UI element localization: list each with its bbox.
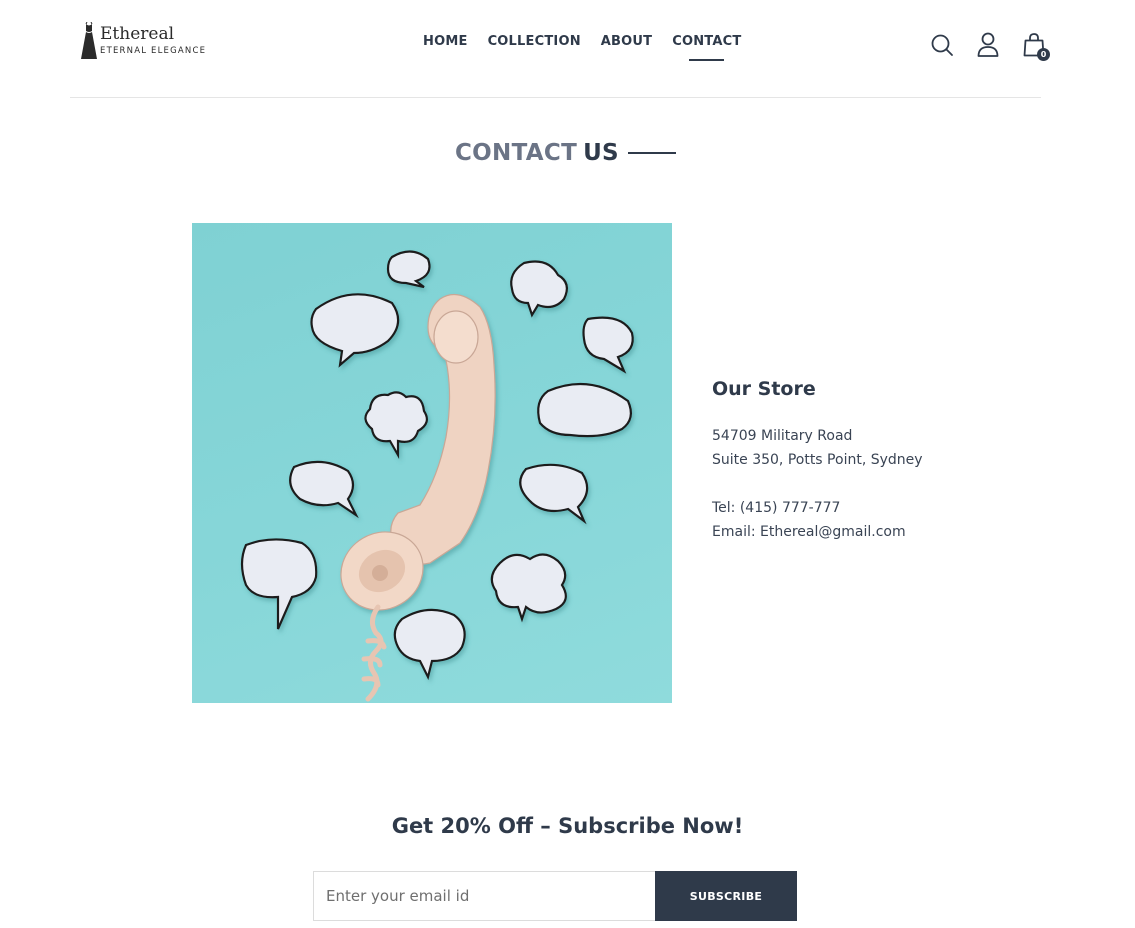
page-title: CONTACT US <box>455 140 676 166</box>
cart-count-badge: 0 <box>1037 48 1050 61</box>
nav-home[interactable]: HOME <box>423 34 468 55</box>
store-info: Our Store 54709 Military Road Suite 350,… <box>712 378 1042 544</box>
subscribe-button[interactable]: SUBSCRIBE <box>655 871 797 921</box>
dress-logo-icon <box>81 22 97 59</box>
nav-collection[interactable]: COLLECTION <box>488 34 581 55</box>
store-phone: Tel: (415) 777-777 <box>712 500 841 516</box>
subscribe-form: SUBSCRIBE <box>313 871 797 921</box>
user-icon[interactable] <box>976 32 1000 58</box>
logo-subtitle: ETERNAL ELEGANCE <box>100 46 207 57</box>
nav-contact[interactable]: CONTACT <box>672 34 741 61</box>
store-address-line2: Suite 350, Potts Point, Sydney <box>712 452 923 468</box>
page-title-part1: CONTACT <box>455 140 578 166</box>
store-email: Email: Ethereal@gmail.com <box>712 524 906 540</box>
store-address-line1: 54709 Military Road <box>712 428 853 444</box>
contact-image <box>192 223 672 703</box>
main-nav: HOME COLLECTION ABOUT CONTACT <box>423 34 741 61</box>
logo[interactable]: Ethereal ETERNAL ELEGANCE <box>80 22 206 60</box>
site-header: Ethereal ETERNAL ELEGANCE HOME COLLECTIO… <box>70 0 1050 98</box>
store-heading: Our Store <box>712 378 816 400</box>
logo-title: Ethereal <box>100 24 175 45</box>
nav-about[interactable]: ABOUT <box>601 34 652 55</box>
bag-icon[interactable]: 0 <box>1022 32 1050 61</box>
subscribe-heading: Get 20% Off – Subscribe Now! <box>391 814 744 838</box>
header-icons: 0 <box>930 32 1050 61</box>
page-title-part2: US <box>583 140 619 166</box>
email-input[interactable] <box>313 871 655 921</box>
title-decor-line <box>627 152 676 154</box>
search-icon[interactable] <box>930 32 954 58</box>
phone-speech-bubbles-illustration <box>240 250 634 702</box>
